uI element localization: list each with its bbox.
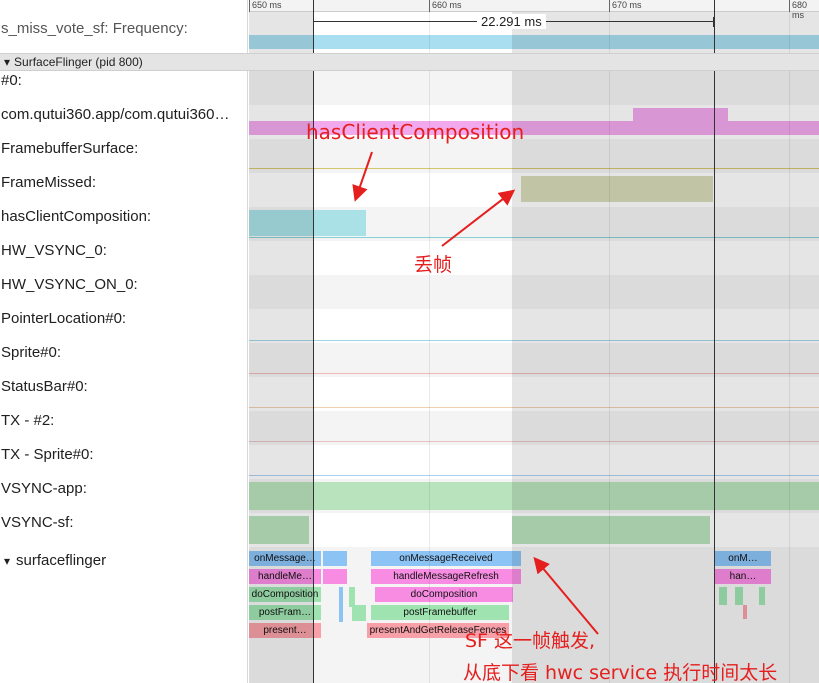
slice-handle-message-refresh[interactable]: handleMessageRefresh — [371, 569, 521, 584]
track-label-8[interactable]: Sprite#0: — [0, 344, 248, 362]
track-label-7[interactable]: PointerLocation#0: — [0, 310, 248, 328]
slice-fragment[interactable] — [323, 569, 347, 584]
ruler-tick: 660 ms — [429, 0, 462, 12]
process-expand-toggle[interactable]: ▾ — [4, 55, 10, 69]
track-label-1[interactable]: com.qutui360.app/com.qutui360… — [0, 106, 248, 124]
annotation-sf-line2: 从底下看 hwc service 执行时间太长 — [463, 662, 778, 683]
track-label-2[interactable]: FramebufferSurface: — [0, 140, 248, 158]
annotation-has-client-composition: hasClientComposition — [306, 120, 525, 144]
annotation-frame-drop: 丢帧 — [414, 254, 453, 276]
ruler-tick: 680 ms — [789, 0, 819, 20]
track-label-4[interactable]: hasClientComposition: — [0, 208, 248, 226]
track-label-truncated: s_miss_vote_sf: Frequency: — [1, 20, 188, 37]
slice-fragment[interactable] — [349, 587, 355, 607]
track-label-9[interactable]: StatusBar#0: — [0, 378, 248, 396]
thread-expand-toggle[interactable]: ▾ — [4, 554, 10, 568]
outside-selection-shade-left — [249, 0, 313, 683]
process-title: ▾ SurfaceFlinger (pid 800) — [4, 55, 143, 69]
thread-name: surfaceflinger — [16, 552, 107, 569]
track-label-13[interactable]: VSYNC-sf: — [0, 514, 248, 532]
process-name: SurfaceFlinger (pid 800) — [14, 55, 143, 69]
slice-fragment[interactable] — [352, 605, 366, 621]
process-header[interactable]: ▾ SurfaceFlinger (pid 800) — [0, 53, 819, 71]
outside-selection-shade-right — [714, 0, 819, 683]
annotation-sf-line1: SF 这一帧触发, — [465, 630, 596, 652]
slice-fragment[interactable] — [339, 587, 343, 622]
track-label-0[interactable]: #0: — [0, 72, 248, 90]
slice-on-message-received[interactable]: onMessageReceived — [371, 551, 521, 566]
track-label-panel: s_miss_vote_sf: Frequency: #0: com.qutui… — [0, 0, 248, 683]
track-label-6[interactable]: HW_VSYNC_ON_0: — [0, 276, 248, 294]
selection-duration: 22.291 ms — [477, 14, 546, 29]
trace-viewer: s_miss_vote_sf: Frequency: #0: com.qutui… — [0, 0, 819, 683]
selection-cursor-right[interactable] — [714, 0, 715, 683]
track-label-3[interactable]: FrameMissed: — [0, 174, 248, 192]
track-label-11[interactable]: TX - Sprite#0: — [0, 446, 248, 464]
slice-do-composition[interactable]: doComposition — [375, 587, 513, 602]
track-label-12[interactable]: VSYNC-app: — [0, 480, 248, 498]
selection-cursor-left[interactable] — [313, 0, 314, 683]
track-label-10[interactable]: TX - #2: — [0, 412, 248, 430]
ruler-tick: 650 ms — [249, 0, 282, 12]
ruler-tick: 670 ms — [609, 0, 642, 12]
selection-span: 22.291 ms — [249, 14, 819, 30]
track-label-5[interactable]: HW_VSYNC_0: — [0, 242, 248, 260]
highlight-shade-center — [512, 0, 714, 683]
time-ruler[interactable]: 650 ms 660 ms 670 ms 680 ms — [249, 0, 819, 20]
slice-post-framebuffer[interactable]: postFramebuffer — [371, 605, 509, 620]
timeline-area[interactable]: onMessage… handleMe… doComposition postF… — [249, 0, 819, 683]
thread-label[interactable]: ▾ surfaceflinger — [4, 552, 106, 569]
gridline — [429, 0, 430, 683]
slice-fragment[interactable] — [323, 551, 347, 566]
